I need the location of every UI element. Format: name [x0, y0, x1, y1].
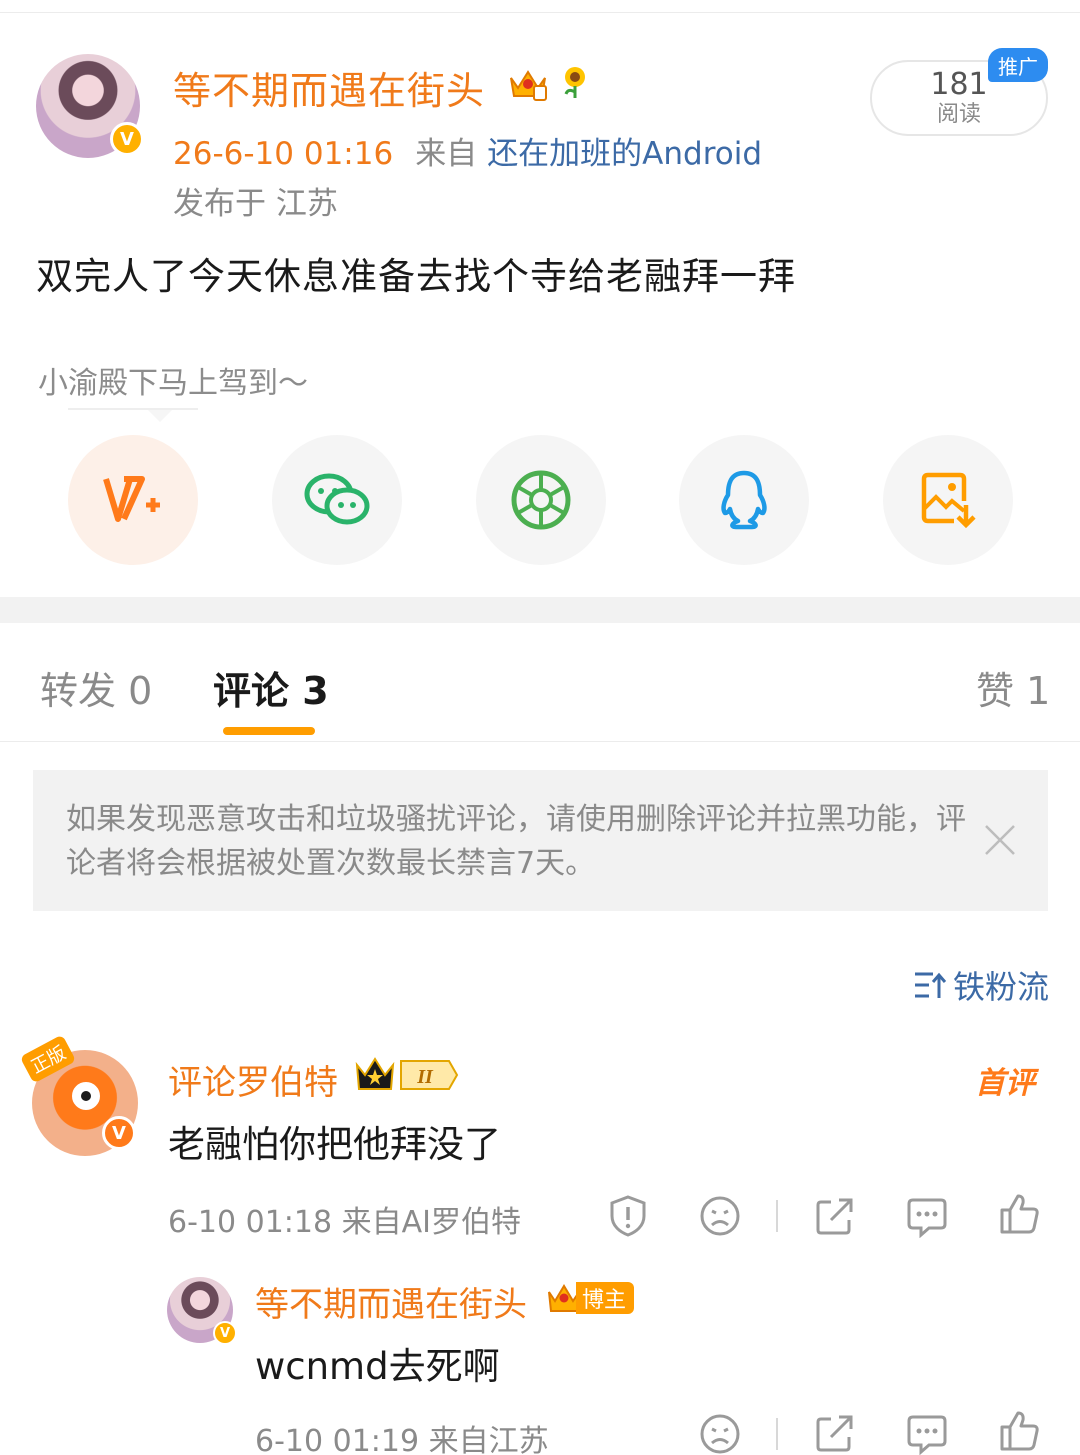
share-qq-button[interactable]	[679, 435, 809, 565]
reply-meta: 6-10 01:19 来自江苏	[255, 1424, 549, 1455]
level-badge[interactable]: II	[353, 1055, 459, 1095]
qq-icon	[721, 470, 767, 530]
like-icon[interactable]	[997, 1192, 1041, 1236]
comment-body: 老融怕你把他拜没了	[168, 1123, 501, 1166]
post-meta: 26-6-10 01:16 来自 还在加班的Android	[173, 128, 762, 173]
share-icon[interactable]	[813, 1194, 857, 1238]
tab-repost[interactable]: 转发 0	[40, 660, 152, 715]
wechat-icon	[304, 473, 370, 525]
verified-badge-icon: V	[213, 1321, 237, 1345]
share-wechat-button[interactable]	[272, 435, 402, 565]
sort-button[interactable]: 铁粉流	[913, 962, 1049, 1008]
share-icon[interactable]	[813, 1411, 857, 1455]
avatar-tag: 正版	[19, 1034, 77, 1084]
report-icon[interactable]	[606, 1194, 650, 1238]
commenter-name[interactable]: 评论罗伯特	[168, 1055, 338, 1104]
active-tab-indicator	[223, 727, 315, 735]
share-moments-button[interactable]	[476, 435, 606, 565]
blogger-label: 博主	[576, 1282, 635, 1314]
v-plus-icon	[103, 476, 160, 522]
read-label: 阅读	[936, 102, 981, 127]
hint-pointer	[148, 410, 172, 422]
action-divider	[776, 1418, 778, 1450]
hint-divider	[68, 408, 198, 410]
reply-author-name[interactable]: 等不期而遇在街头	[255, 1277, 527, 1326]
share-hint-text: 小渝殿下马上驾到～	[38, 366, 308, 401]
save-image-icon	[921, 472, 976, 529]
author-avatar[interactable]: V	[36, 54, 144, 158]
reply-author-avatar[interactable]: V	[167, 1277, 237, 1345]
close-icon[interactable]	[982, 822, 1018, 858]
moments-icon	[511, 470, 571, 530]
crown-badge-icon[interactable]	[507, 64, 549, 102]
verified-badge-icon: V	[110, 122, 144, 156]
post-author-name[interactable]: 等不期而遇在街头	[173, 60, 485, 115]
tab-likes[interactable]: 赞 1	[976, 660, 1050, 715]
robot-eye	[66, 1076, 106, 1116]
reply-icon[interactable]	[905, 1194, 949, 1238]
top-divider	[0, 12, 1080, 13]
sort-label: 铁粉流	[953, 968, 1050, 1006]
fan-level-icon: II	[355, 1057, 459, 1090]
action-divider	[776, 1200, 778, 1232]
commenter-avatar[interactable]: 正版 V	[19, 1034, 138, 1156]
like-icon[interactable]	[997, 1409, 1041, 1453]
promote-tag[interactable]: 推广	[988, 48, 1048, 82]
post-location: 发布于 江苏	[173, 186, 338, 222]
save-image-button[interactable]	[883, 435, 1013, 565]
share-v-plus-button[interactable]	[68, 435, 198, 565]
moderation-notice: 如果发现恶意攻击和垃圾骚扰评论，请使用删除评论并拉黑功能，评论者将会根据被处置次…	[33, 770, 1048, 911]
tabs-divider	[0, 741, 1080, 742]
sunflower-icon	[564, 67, 585, 98]
share-row	[68, 435, 1013, 565]
tab-comments[interactable]: 评论 3	[213, 660, 329, 715]
post-body-text: 双完人了今天休息准备去找个寺给老融拜一拜	[36, 255, 796, 298]
dislike-face-icon[interactable]	[698, 1412, 742, 1455]
comment-meta: 6-10 01:18 来自AI罗伯特	[168, 1205, 521, 1240]
blogger-badge: 博主	[546, 1280, 635, 1316]
reply-icon[interactable]	[905, 1411, 949, 1455]
level-text: II	[416, 1066, 434, 1088]
notice-text: 如果发现恶意攻击和垃圾骚扰评论，请使用删除评论并拉黑功能，评论者将会根据被处置次…	[66, 802, 966, 881]
first-comment-tag: 首评	[975, 1066, 1035, 1101]
reply-body: wcnmd去死啊	[255, 1345, 500, 1388]
post-device-link[interactable]: 还在加班的Android	[487, 136, 762, 172]
sort-icon	[915, 972, 947, 998]
verified-badge-icon: V	[102, 1116, 136, 1150]
post-time: 26-6-10 01:16	[173, 136, 394, 172]
section-separator	[0, 597, 1080, 623]
from-label: 来自	[415, 136, 478, 172]
dislike-face-icon[interactable]	[698, 1194, 742, 1238]
